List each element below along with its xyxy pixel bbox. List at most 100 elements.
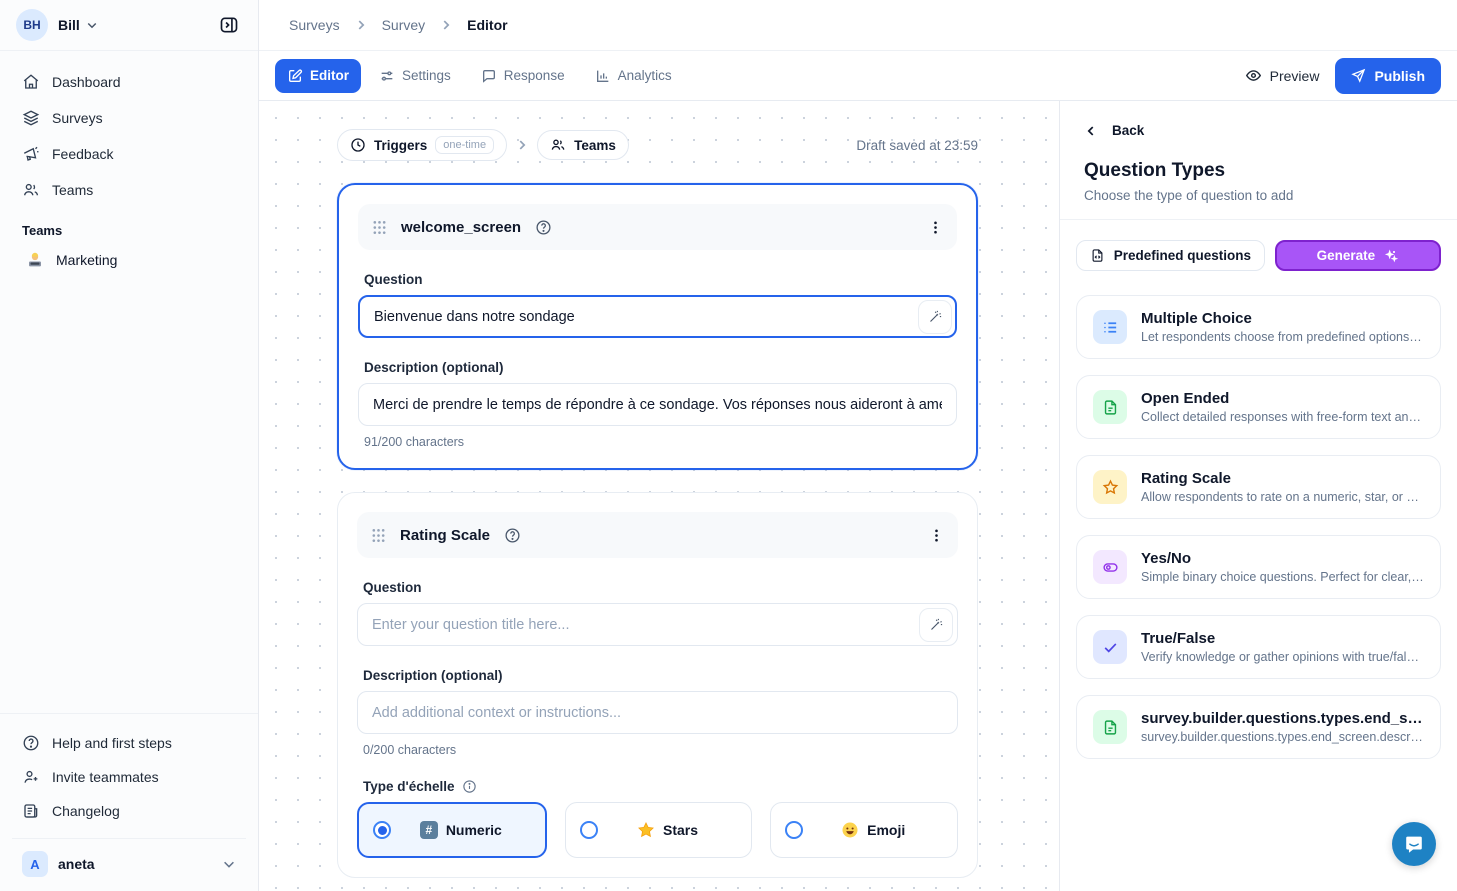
sidebar-item-changelog[interactable]: Changelog [12,794,246,828]
draft-status: Draft saved at 23:59 [856,138,978,153]
type-desc: Let respondents choose from predefined o… [1141,330,1424,344]
nav-label: Feedback [52,146,113,162]
description-label: Description (optional) [364,360,951,375]
tab-analytics[interactable]: Analytics [583,59,684,93]
option-label: Emoji [867,822,905,838]
radio-unselected [785,821,803,839]
teams-chip[interactable]: Teams [537,130,629,160]
breadcrumb-editor: Editor [467,17,507,33]
bar-chart-icon [595,68,611,84]
breadcrumb-survey[interactable]: Survey [382,17,426,33]
chat-bubble-icon [481,68,497,84]
predefined-questions-button[interactable]: Predefined questions [1076,240,1265,271]
scale-option-numeric[interactable]: # Numeric [357,802,547,858]
footer-label: Invite teammates [52,769,159,785]
question-card-welcome-screen[interactable]: welcome_screen Question Desc [337,183,978,470]
type-title: Multiple Choice [1141,310,1424,327]
survey-canvas: Triggers one-time Teams Draft saved at 2… [259,101,1059,891]
app-root: BH Bill Dashboard Surveys Feedback [0,0,1457,891]
panel-title: Question Types [1084,160,1433,182]
question-title-input[interactable] [358,295,957,338]
megaphone-icon [22,145,40,163]
radio-unselected [580,821,598,839]
sparkles-icon [1383,248,1399,264]
generate-label: Generate [1317,248,1376,263]
question-type-yes-no[interactable]: Yes/No Simple binary choice questions. P… [1076,535,1441,599]
collapse-sidebar-button[interactable] [214,10,244,40]
chevron-down-icon [86,19,98,31]
generate-button[interactable]: Generate [1275,240,1441,271]
eye-icon [1245,67,1262,84]
scale-option-emoji[interactable]: Emoji [770,802,958,858]
sidebar-item-marketing[interactable]: Marketing [12,244,246,276]
chevron-down-icon [222,857,236,871]
sidebar: BH Bill Dashboard Surveys Feedback [0,0,259,891]
clock-icon [350,137,366,153]
sidebar-item-teams[interactable]: Teams [12,173,246,207]
account-switcher[interactable]: A aneta [12,838,246,891]
question-type-end-screen[interactable]: survey.builder.questions.types.end_scr..… [1076,695,1441,759]
question-card-rating-scale[interactable]: Rating Scale Question Descri [337,492,978,878]
chevron-right-icon [515,138,529,152]
help-circle-icon[interactable] [535,219,552,236]
sidebar-item-invite[interactable]: Invite teammates [12,760,246,794]
check-icon [1102,639,1119,656]
type-desc: survey.builder.questions.types.end_scree… [1141,730,1424,744]
account-avatar: A [22,851,48,877]
file-code-icon [1090,248,1105,263]
tab-label: Editor [310,68,349,83]
question-title-input[interactable] [357,603,958,646]
question-card-title: welcome_screen [401,219,521,236]
preview-button[interactable]: Preview [1235,59,1330,92]
question-type-multiple-choice[interactable]: Multiple Choice Let respondents choose f… [1076,295,1441,359]
user-plus-icon [22,768,40,786]
sidebar-item-dashboard[interactable]: Dashboard [12,65,246,99]
question-card-title: Rating Scale [400,527,490,544]
publish-button[interactable]: Publish [1335,58,1441,94]
radio-selected [373,821,391,839]
layers-icon [22,109,40,127]
breadcrumb-surveys[interactable]: Surveys [289,17,340,33]
publish-label: Publish [1374,68,1425,84]
sidebar-item-surveys[interactable]: Surveys [12,101,246,135]
help-circle-icon [22,734,40,752]
info-icon[interactable] [462,779,477,794]
help-circle-icon[interactable] [504,527,521,544]
triggers-chip[interactable]: Triggers one-time [337,129,507,161]
question-type-true-false[interactable]: True/False Verify knowledge or gather op… [1076,615,1441,679]
team-label: Marketing [56,252,117,268]
question-type-open-ended[interactable]: Open Ended Collect detailed responses wi… [1076,375,1441,439]
kebab-menu-icon[interactable] [928,220,943,235]
drag-handle-icon[interactable] [371,528,386,543]
question-label: Question [363,580,952,595]
trigger-mode-badge: one-time [435,136,494,154]
preview-label: Preview [1270,68,1320,84]
magic-wand-button[interactable] [919,608,953,642]
sidebar-item-help[interactable]: Help and first steps [12,726,246,760]
type-desc: Verify knowledge or gather opinions with… [1141,650,1424,664]
sliders-icon [379,68,395,84]
changelog-icon [22,802,40,820]
type-title: survey.builder.questions.types.end_scr..… [1141,710,1424,727]
kebab-menu-icon[interactable] [929,528,944,543]
magic-wand-button[interactable] [918,300,952,334]
question-description-input[interactable] [357,691,958,734]
panel-collapse-icon [219,15,239,35]
workspace-switcher[interactable]: Bill [58,17,98,33]
sidebar-item-feedback[interactable]: Feedback [12,137,246,171]
tab-label: Settings [402,68,451,83]
chat-launcher-button[interactable] [1392,822,1436,866]
document-icon [1102,719,1119,736]
sidebar-footer: Help and first steps Invite teammates Ch… [0,713,258,891]
tab-settings[interactable]: Settings [367,59,463,93]
teams-section-label: Teams [12,209,246,244]
tab-editor[interactable]: Editor [275,59,361,93]
chevron-left-icon [1084,124,1098,138]
scale-option-stars[interactable]: Stars [565,802,753,858]
back-button[interactable]: Back [1084,123,1144,138]
question-description-input[interactable] [358,383,957,426]
nav-label: Dashboard [52,74,121,90]
drag-handle-icon[interactable] [372,220,387,235]
question-type-rating-scale[interactable]: Rating Scale Allow respondents to rate o… [1076,455,1441,519]
tab-response[interactable]: Response [469,59,577,93]
